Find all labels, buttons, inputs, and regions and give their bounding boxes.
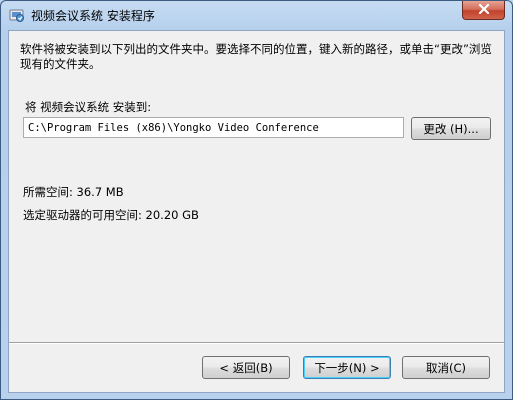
title-bar[interactable]: 视频会议系统 安装程序 [1, 1, 512, 30]
cancel-button[interactable]: 取消(C) [402, 356, 490, 379]
close-icon [478, 1, 490, 19]
back-button[interactable]: < 返回(B) [202, 356, 290, 379]
install-path-input[interactable] [23, 117, 404, 138]
close-button[interactable] [462, 1, 505, 20]
footer-separator [9, 342, 504, 344]
installer-icon [9, 7, 25, 23]
installer-window: 视频会议系统 安装程序 软件将被安装到以下列出的文件夹中。要选择不同的位置，键入… [0, 0, 513, 400]
window-title: 视频会议系统 安装程序 [31, 9, 155, 23]
next-button[interactable]: 下一步(N) > [303, 356, 391, 379]
space-available-text: 选定驱动器的可用空间: 20.20 GB [23, 208, 199, 222]
install-description: 软件将被安装到以下列出的文件夹中。要选择不同的位置，键入新的路径，或单击“更改”… [20, 42, 492, 71]
dialog-body: 软件将被安装到以下列出的文件夹中。要选择不同的位置，键入新的路径，或单击“更改”… [8, 30, 505, 393]
install-to-label: 将 视频会议系统 安装到: [25, 100, 152, 114]
browse-button[interactable]: 更改 (H)... [411, 117, 491, 140]
space-required-text: 所需空间: 36.7 MB [23, 185, 124, 199]
